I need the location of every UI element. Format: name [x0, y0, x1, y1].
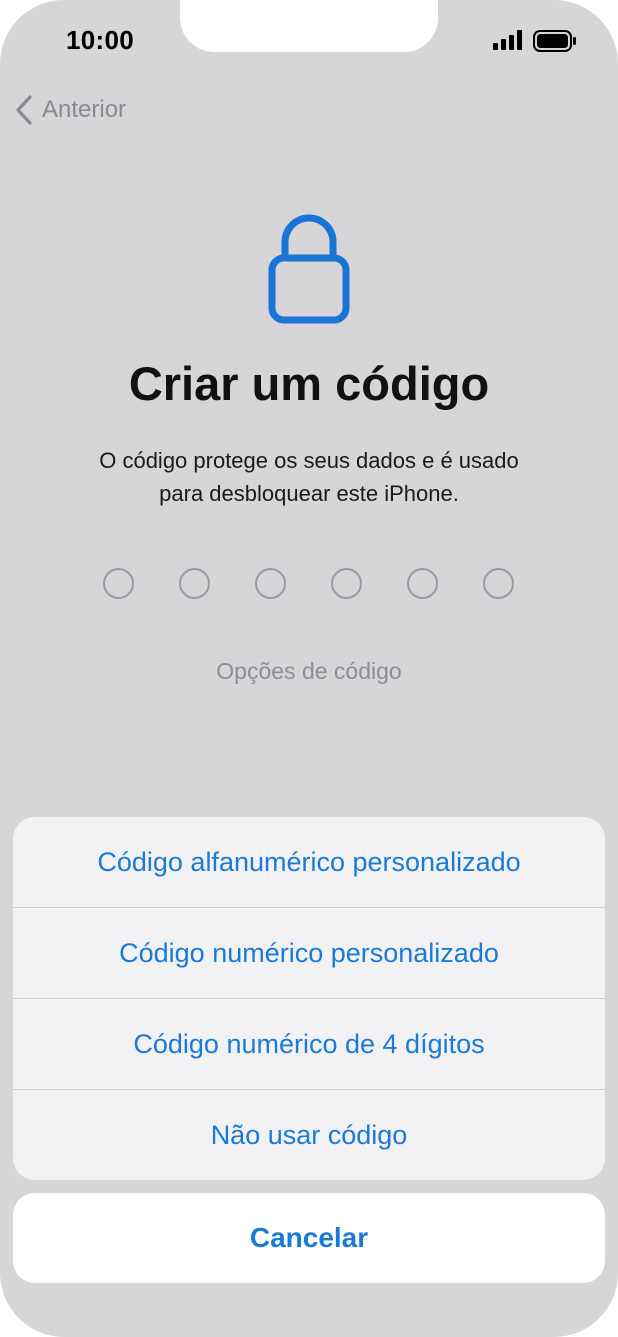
back-label: Anterior: [42, 96, 127, 123]
option-custom-numeric[interactable]: Código numérico personalizado: [13, 908, 605, 998]
description-line-1: O código protege os seus dados e é usado: [99, 448, 519, 473]
page-description: O código protege os seus dados e é usado…: [30, 444, 588, 510]
battery-icon: [533, 30, 576, 52]
passcode-dots: [103, 568, 517, 600]
passcode-dot: [179, 568, 210, 599]
passcode-dot: [255, 568, 286, 599]
page-title: Criar um código: [128, 357, 490, 410]
passcode-options-link[interactable]: Opções de código: [0, 658, 618, 685]
phone-screen: 10:00 Anterior Criar um código O código …: [0, 0, 618, 1337]
status-time: 10:00: [66, 25, 134, 55]
option-custom-alphanumeric[interactable]: Código alfanumérico personalizado: [13, 817, 605, 907]
passcode-dot: [103, 568, 134, 599]
passcode-dot: [407, 568, 438, 599]
cellular-signal-icon: [493, 30, 522, 50]
passcode-dot: [483, 568, 514, 599]
option-no-passcode[interactable]: Não usar código: [13, 1090, 605, 1180]
description-line-2: para desbloquear este iPhone.: [159, 481, 459, 506]
chevron-left-icon: [16, 95, 32, 125]
action-sheet: Código alfanumérico personalizado Código…: [13, 817, 605, 1180]
option-4-digit-numeric[interactable]: Código numérico de 4 dígitos: [13, 999, 605, 1089]
back-button[interactable]: Anterior: [14, 92, 126, 128]
passcode-dot: [331, 568, 362, 599]
cancel-button[interactable]: Cancelar: [13, 1193, 605, 1283]
notch: [180, 0, 438, 52]
lock-icon: [268, 214, 350, 324]
